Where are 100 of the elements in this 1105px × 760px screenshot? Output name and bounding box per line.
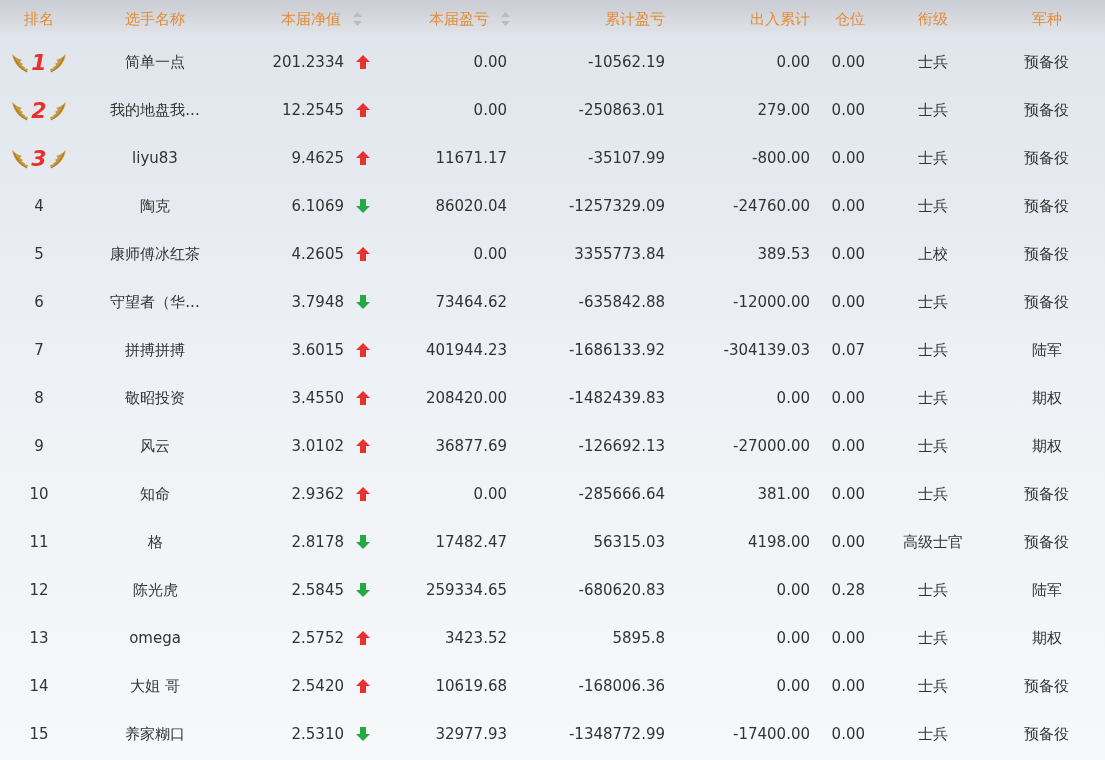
rank-number: 7 xyxy=(34,341,44,359)
table-cell: 0.00 xyxy=(831,101,865,119)
rank-number: 4 xyxy=(34,197,44,215)
player-name: 简单一点 xyxy=(125,52,185,72)
table-cell: 0.28 xyxy=(831,581,865,599)
column-header[interactable]: 本届净值 xyxy=(281,9,341,29)
table-cell: 0.00 xyxy=(776,629,810,647)
rank-number: 12 xyxy=(29,581,49,599)
net-value: 12.2545 xyxy=(281,101,344,119)
table-cell: -24760.00 xyxy=(733,197,810,215)
player-name: 我的地盘我... xyxy=(110,100,200,120)
net-value: 2.5310 xyxy=(291,725,344,743)
table-cell: 0.00 xyxy=(776,389,810,407)
rank-number: 6 xyxy=(34,293,44,311)
table-cell: 预备役 xyxy=(1024,52,1069,72)
player-name: omega xyxy=(129,629,181,647)
table-cell: 预备役 xyxy=(1024,724,1069,744)
table-cell: 0.00 xyxy=(831,293,865,311)
column-header: 出入累计 xyxy=(750,9,810,29)
player-name: 敬昭投资 xyxy=(125,388,185,408)
table-cell: 预备役 xyxy=(1024,100,1069,120)
table-cell: 士兵 xyxy=(918,724,948,744)
net-value: 6.1069 xyxy=(291,197,344,215)
table-cell: 17482.47 xyxy=(435,533,507,551)
table-cell: 0.00 xyxy=(831,725,865,743)
player-name: 养家糊口 xyxy=(125,724,185,744)
table-cell: -168006.36 xyxy=(578,677,665,695)
table-cell: 期权 xyxy=(1031,628,1062,648)
table-cell: 0.00 xyxy=(831,485,865,503)
table-cell: -1686133.92 xyxy=(568,341,665,359)
net-value: 2.9362 xyxy=(291,485,344,503)
table-cell: -1482439.83 xyxy=(568,389,665,407)
table-cell: 0.00 xyxy=(473,53,507,71)
table-cell: 士兵 xyxy=(918,484,948,504)
table-cell: 0.00 xyxy=(831,53,865,71)
net-value: 3.6015 xyxy=(291,341,344,359)
table-cell: 0.00 xyxy=(831,149,865,167)
column-header: 仓位 xyxy=(835,9,865,29)
sort-icon[interactable] xyxy=(501,12,510,26)
table-cell: 0.00 xyxy=(831,389,865,407)
net-value: 9.4625 xyxy=(291,149,344,167)
sort-icon[interactable] xyxy=(353,12,362,26)
table-cell: 士兵 xyxy=(918,52,948,72)
table-cell: 0.00 xyxy=(473,485,507,503)
table-cell: 陆军 xyxy=(1031,580,1062,600)
table-cell: 0.00 xyxy=(776,53,810,71)
rank-number: 15 xyxy=(29,725,49,743)
net-value: 2.8178 xyxy=(291,533,344,551)
table-cell: -35107.99 xyxy=(588,149,665,167)
table-cell: 36877.69 xyxy=(435,437,507,455)
player-name: 格 xyxy=(147,532,163,552)
net-value: 2.5752 xyxy=(291,629,344,647)
player-name: 陶克 xyxy=(140,196,170,216)
table-cell: 10619.68 xyxy=(435,677,507,695)
table-cell: 0.00 xyxy=(831,437,865,455)
table-cell: 上校 xyxy=(918,244,948,264)
column-header: 选手名称 xyxy=(125,9,185,29)
table-cell: 86020.04 xyxy=(435,197,507,215)
table-cell: -1348772.99 xyxy=(568,725,665,743)
table-cell: 预备役 xyxy=(1024,148,1069,168)
table-cell: 0.07 xyxy=(831,341,865,359)
table-cell: 3423.52 xyxy=(444,629,507,647)
table-cell: 士兵 xyxy=(918,628,948,648)
net-value: 201.2334 xyxy=(272,53,344,71)
table-cell: 高级士官 xyxy=(903,532,963,552)
rank-number: 5 xyxy=(34,245,44,263)
net-value: 3.0102 xyxy=(291,437,344,455)
column-header[interactable]: 本届盈亏 xyxy=(429,9,489,29)
rank-number: 11 xyxy=(29,533,49,551)
table-cell: 259334.65 xyxy=(425,581,507,599)
table-cell: 士兵 xyxy=(918,676,948,696)
table-cell: -10562.19 xyxy=(588,53,665,71)
table-cell: 预备役 xyxy=(1024,292,1069,312)
player-name: 守望者（华... xyxy=(110,292,200,312)
table-cell: 0.00 xyxy=(831,629,865,647)
table-cell: 0.00 xyxy=(776,581,810,599)
net-value: 3.4550 xyxy=(291,389,344,407)
table-cell: 士兵 xyxy=(918,580,948,600)
table-cell: 陆军 xyxy=(1031,340,1062,360)
player-name: 陈光虎 xyxy=(132,580,178,600)
table-cell: 0.00 xyxy=(831,197,865,215)
table-cell: 士兵 xyxy=(918,148,948,168)
table-cell: 0.00 xyxy=(776,677,810,695)
table-cell: 0.00 xyxy=(473,101,507,119)
table-cell: 预备役 xyxy=(1024,676,1069,696)
rank-number: 8 xyxy=(34,389,44,407)
net-value: 3.7948 xyxy=(291,293,344,311)
column-header: 衔级 xyxy=(918,9,948,29)
table-cell: 期权 xyxy=(1031,436,1062,456)
rank-number: 13 xyxy=(29,629,49,647)
table-cell: 32977.93 xyxy=(435,725,507,743)
table-cell: -635842.88 xyxy=(578,293,665,311)
table-cell: 预备役 xyxy=(1024,196,1069,216)
table-cell: 0.00 xyxy=(473,245,507,263)
table-cell: 381.00 xyxy=(757,485,810,503)
table-cell: -800.00 xyxy=(752,149,810,167)
table-cell: 279.00 xyxy=(757,101,810,119)
table-cell: -250863.01 xyxy=(578,101,665,119)
table-cell: 73464.62 xyxy=(435,293,507,311)
table-cell: 208420.00 xyxy=(425,389,507,407)
